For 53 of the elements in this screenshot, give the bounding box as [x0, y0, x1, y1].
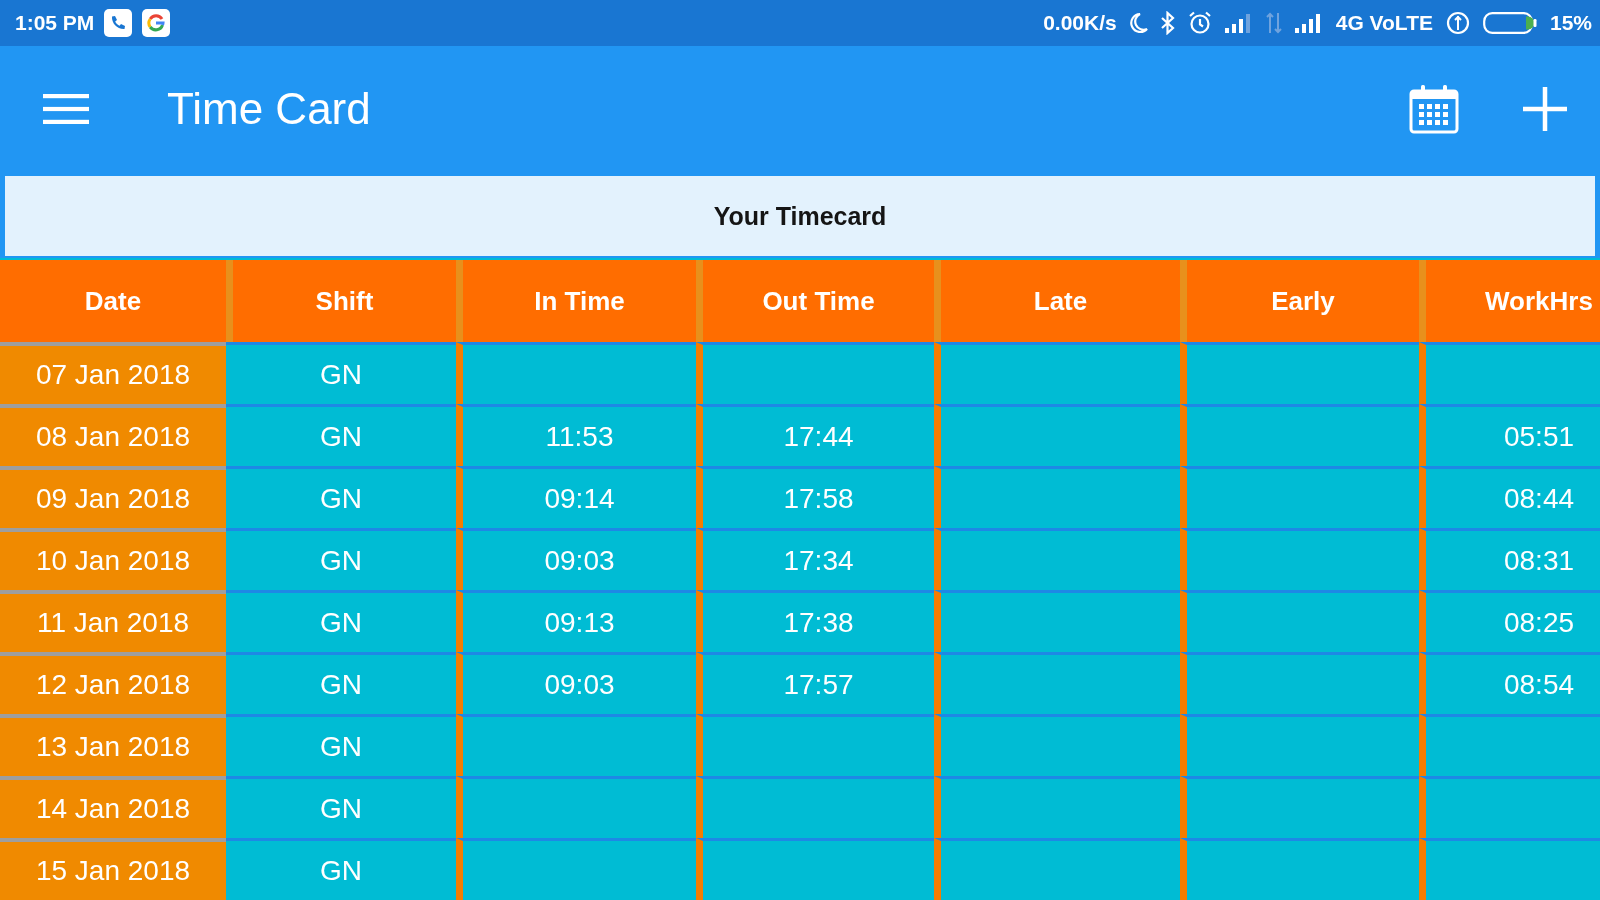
table-cell: 09:14	[456, 466, 696, 528]
battery-icon	[1482, 12, 1537, 34]
menu-button[interactable]	[43, 94, 89, 124]
date-cell: 15 Jan 2018	[0, 838, 226, 900]
table-cell: 08:54	[1419, 652, 1600, 714]
date-cell: 11 Jan 2018	[0, 590, 226, 652]
column-header: Shift	[226, 260, 456, 342]
table-cell: 17:34	[696, 528, 934, 590]
network-speed: 0.00K/s	[1043, 11, 1117, 35]
menu-icon	[43, 94, 89, 124]
date-cell: 10 Jan 2018	[0, 528, 226, 590]
table-cell: 17:38	[696, 590, 934, 652]
date-cell: 13 Jan 2018	[0, 714, 226, 776]
signal-icon	[1224, 13, 1253, 33]
date-cell: 08 Jan 2018	[0, 404, 226, 466]
table-cell: 09:03	[456, 652, 696, 714]
calendar-icon	[1409, 84, 1459, 134]
date-cell: 07 Jan 2018	[0, 342, 226, 404]
table-cell: 08:25	[1419, 590, 1600, 652]
alarm-clock-icon	[1187, 11, 1212, 35]
date-cell: 09 Jan 2018	[0, 466, 226, 528]
column-header: Out Time	[696, 260, 934, 342]
network-type: 4G VoLTE	[1335, 11, 1433, 35]
arrow-circle-icon	[1445, 11, 1470, 35]
column-header: In Time	[456, 260, 696, 342]
add-button[interactable]	[1523, 87, 1567, 131]
table-cell: 11:53	[456, 404, 696, 466]
table-cell: 17:44	[696, 404, 934, 466]
app-title: Time Card	[167, 84, 371, 134]
data-arrows-icon	[1265, 12, 1282, 34]
date-cell: 12 Jan 2018	[0, 652, 226, 714]
date-cell: 14 Jan 2018	[0, 776, 226, 838]
signal-icon	[1294, 13, 1323, 33]
table-cell: 08:44	[1419, 466, 1600, 528]
table-cell: 09:13	[456, 590, 696, 652]
column-header: Late	[934, 260, 1180, 342]
table-cell: 09:03	[456, 528, 696, 590]
panel-title: Your Timecard	[713, 201, 887, 231]
bluetooth-icon	[1160, 11, 1175, 35]
moon-icon	[1129, 12, 1148, 34]
column-header: Early	[1180, 260, 1419, 342]
table-cell: 17:58	[696, 466, 934, 528]
battery-percent: 15%	[1549, 11, 1592, 35]
plus-icon	[1523, 87, 1567, 131]
column-header: Date	[0, 260, 226, 342]
calendar-button[interactable]	[1409, 84, 1459, 134]
phone-icon	[104, 9, 133, 37]
status-time: 1:05 PM	[15, 11, 95, 35]
logo-icon	[142, 9, 171, 37]
column-header: WorkHrs	[1419, 260, 1600, 342]
table-cell: 17:57	[696, 652, 934, 714]
table-cell: 08:31	[1419, 528, 1600, 590]
table-cell: 05:51	[1419, 404, 1600, 466]
